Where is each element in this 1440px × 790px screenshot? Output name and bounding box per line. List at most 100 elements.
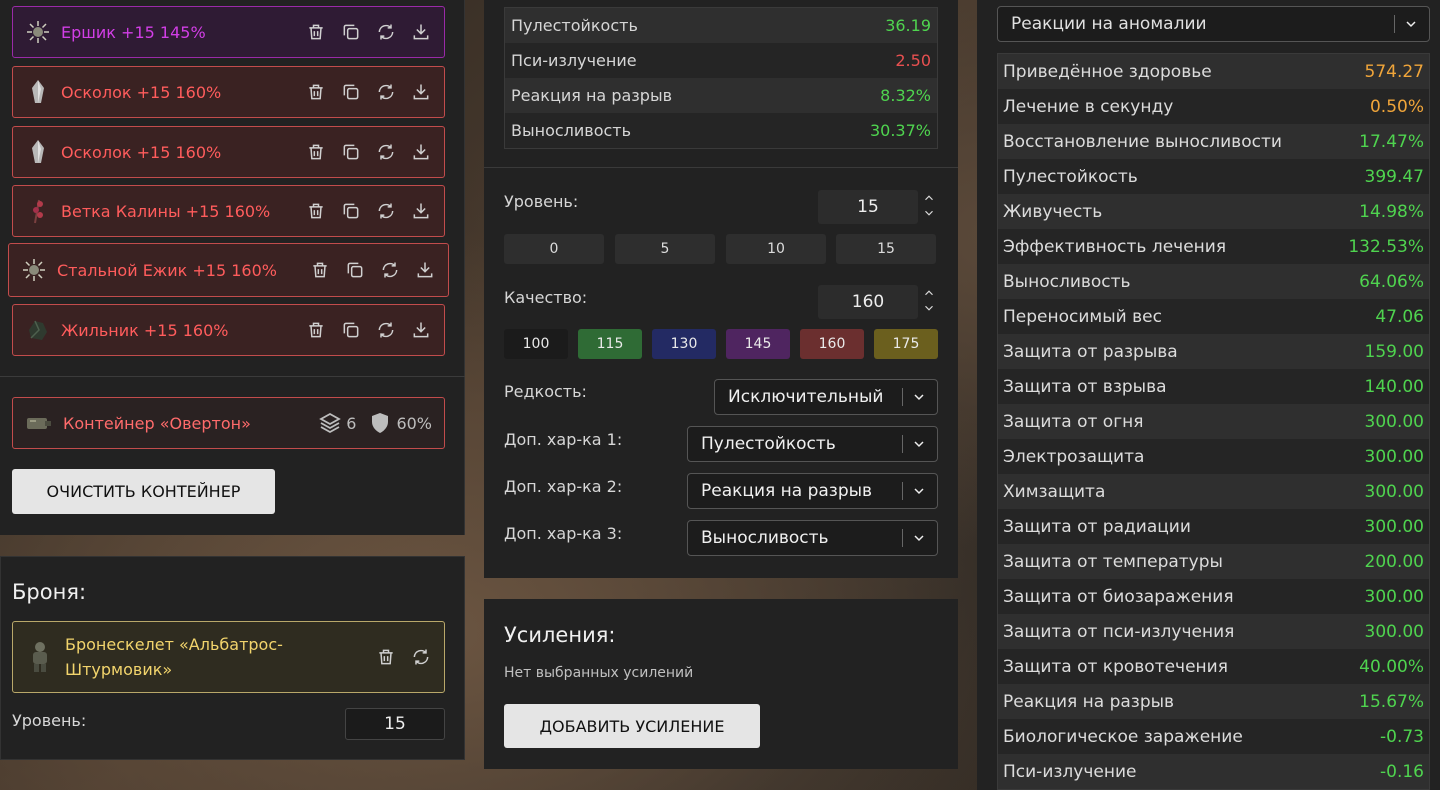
boosts-empty-text: Нет выбранных усилений (504, 665, 694, 681)
extra2-select[interactable]: Реакция на разрыв (687, 473, 938, 509)
trash-icon[interactable] (305, 141, 327, 163)
summary-row: Эффективность лечения 132.53% (998, 229, 1429, 264)
trash-icon[interactable] (305, 200, 327, 222)
refresh-icon[interactable] (375, 81, 397, 103)
summary-value: 200.00 (1364, 551, 1424, 572)
summary-row: Восстановление выносливости 17.47% (998, 124, 1429, 159)
summary-label: Химзащита (1003, 481, 1106, 502)
stat-label: Пси-излучение (511, 51, 637, 70)
stat-category-select[interactable]: Реакции на аномалии (997, 6, 1430, 42)
trash-icon[interactable] (375, 646, 397, 668)
stat-value: 2.50 (895, 51, 931, 70)
quality-preset-button[interactable]: 145 (726, 329, 790, 359)
boosts-title: Усиления: (504, 623, 616, 647)
quality-preset-button[interactable]: 130 (652, 329, 716, 359)
artifact-row[interactable]: Стальной Ежик +15 160% (8, 243, 449, 297)
summary-label: Живучесть (1003, 201, 1103, 222)
artifact-row[interactable]: Осколок +15 160% (12, 126, 445, 178)
level-input[interactable]: 15 (818, 190, 918, 224)
summary-value: 47.06 (1375, 306, 1424, 327)
rock-icon (25, 317, 51, 343)
chevron-up-icon[interactable] (922, 286, 936, 300)
copy-icon[interactable] (344, 259, 366, 281)
level-stepper[interactable] (921, 190, 937, 224)
refresh-icon[interactable] (379, 259, 401, 281)
summary-label: Защита от пси-излучения (1003, 621, 1235, 642)
artifact-row[interactable]: Ершик +15 145% (12, 6, 445, 58)
rarity-label: Редкость: (504, 382, 587, 401)
summary-value: 64.06% (1359, 271, 1424, 292)
download-icon[interactable] (410, 21, 432, 43)
artifact-row[interactable]: Жильник +15 160% (12, 304, 445, 356)
quality-preset-button[interactable]: 100 (504, 329, 568, 359)
extra3-label: Доп. хар-ка 3: (504, 524, 623, 543)
artifact-editor-panel: Пулестойкость 36.19 Пси-излучение 2.50 Реакц… (484, 0, 958, 578)
add-boost-button[interactable]: ДОБАВИТЬ УСИЛЕНИЕ (504, 704, 760, 748)
container-row[interactable]: Контейнер «Овертон» 6 60% (12, 397, 445, 449)
summary-label: Защита от разрыва (1003, 341, 1178, 362)
trash-icon[interactable] (309, 259, 331, 281)
summary-row: Пулестойкость 399.47 (998, 159, 1429, 194)
chevron-up-icon[interactable] (922, 191, 936, 205)
copy-icon[interactable] (340, 141, 362, 163)
download-icon[interactable] (410, 141, 432, 163)
summary-value: 399.47 (1364, 166, 1424, 187)
stat-value: 36.19 (885, 16, 931, 35)
refresh-icon[interactable] (375, 21, 397, 43)
chevron-down-icon[interactable] (922, 206, 936, 220)
refresh-icon[interactable] (410, 646, 432, 668)
quality-preset-button[interactable]: 115 (578, 329, 642, 359)
summary-value: 0.50% (1369, 96, 1424, 117)
artifact-row[interactable]: Осколок +15 160% (12, 66, 445, 118)
stat-value: 8.32% (880, 86, 931, 105)
quality-input[interactable]: 160 (818, 285, 918, 319)
rarity-select[interactable]: Исключительный (714, 379, 938, 415)
boosts-panel: Усиления: Нет выбранных усилений ДОБАВИТ… (484, 599, 958, 769)
copy-icon[interactable] (340, 81, 362, 103)
summary-label: Лечение в секунду (1003, 96, 1174, 117)
trash-icon[interactable] (305, 319, 327, 341)
stat-value: 30.37% (869, 121, 931, 140)
level-preset-button[interactable]: 10 (726, 234, 826, 264)
summary-value: 132.53% (1348, 236, 1424, 257)
quality-stepper[interactable] (921, 285, 937, 319)
artifact-row[interactable]: Ветка Калины +15 160% (12, 185, 445, 237)
copy-icon[interactable] (340, 21, 362, 43)
artifact-panel: Ершик +15 145% Осколок +15 160% Осколок +1… (0, 0, 465, 535)
download-icon[interactable] (414, 259, 436, 281)
quality-preset-button[interactable]: 160 (800, 329, 864, 359)
download-icon[interactable] (410, 81, 432, 103)
summary-row: Лечение в секунду 0.50% (998, 89, 1429, 124)
clear-container-button[interactable]: ОЧИСТИТЬ КОНТЕЙНЕР (12, 469, 275, 514)
artifact-name: Осколок +15 160% (61, 142, 222, 162)
refresh-icon[interactable] (375, 200, 397, 222)
stat-label: Пулестойкость (511, 16, 638, 35)
trash-icon[interactable] (305, 81, 327, 103)
summary-label: Пси-излучение (1003, 761, 1137, 782)
level-preset-button[interactable]: 15 (836, 234, 936, 264)
summary-row: Защита от кровотечения 40.00% (998, 649, 1429, 684)
summary-value: 140.00 (1364, 376, 1424, 397)
summary-row: Переносимый вес 47.06 (998, 299, 1429, 334)
refresh-icon[interactable] (375, 141, 397, 163)
refresh-icon[interactable] (375, 319, 397, 341)
extra1-select[interactable]: Пулестойкость (687, 426, 938, 462)
stat-row: Пулестойкость 36.19 (505, 8, 937, 43)
trash-icon[interactable] (305, 21, 327, 43)
spiky-ball-icon (21, 257, 47, 283)
quality-preset-button[interactable]: 175 (874, 329, 938, 359)
download-icon[interactable] (410, 319, 432, 341)
level-preset-button[interactable]: 5 (615, 234, 715, 264)
download-icon[interactable] (410, 200, 432, 222)
summary-row: Приведённое здоровье 574.27 (998, 54, 1429, 89)
chevron-down-icon[interactable] (922, 301, 936, 315)
copy-icon[interactable] (340, 319, 362, 341)
level-preset-button[interactable]: 0 (504, 234, 604, 264)
summary-value: 14.98% (1359, 201, 1424, 222)
armor-row[interactable]: Бронескелет «Альбатрос-Штурмовик» (12, 621, 445, 693)
branch-icon (25, 198, 51, 224)
extra3-select[interactable]: Выносливость (687, 520, 938, 556)
copy-icon[interactable] (340, 200, 362, 222)
summary-row: Защита от разрыва 159.00 (998, 334, 1429, 369)
armor-level-input[interactable]: 15 (345, 708, 445, 740)
